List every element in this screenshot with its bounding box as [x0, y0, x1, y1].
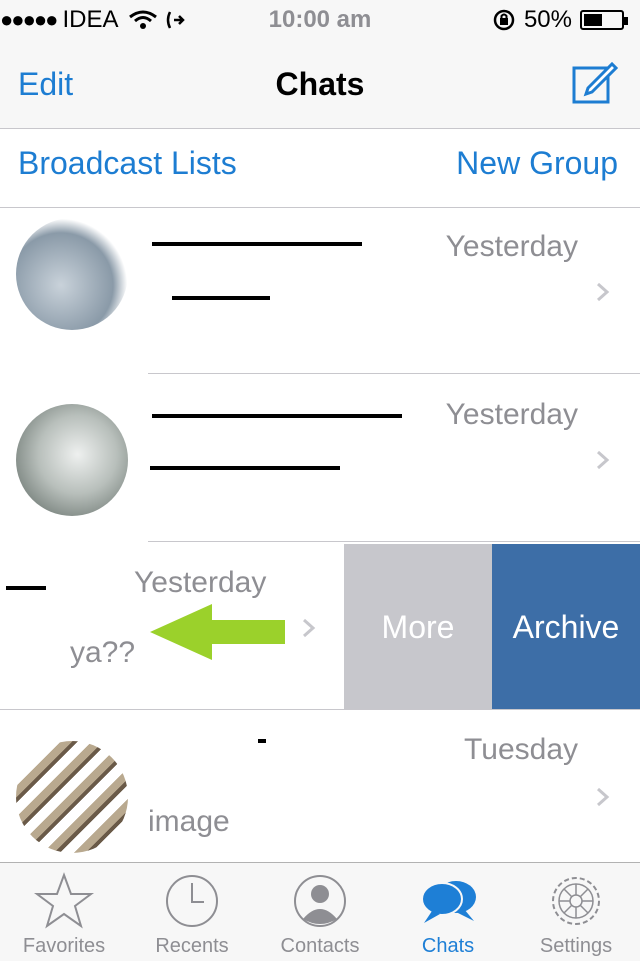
chat-row[interactable]: Tuesday image	[0, 711, 640, 861]
battery-percent: 50%	[523, 6, 572, 33]
avatar	[16, 218, 128, 330]
tab-contacts[interactable]: Contacts	[256, 863, 384, 961]
chevron-right-icon	[592, 282, 612, 302]
star-icon	[34, 872, 94, 929]
chat-time: Yesterday	[445, 398, 578, 431]
status-right: 50%	[492, 6, 628, 34]
battery-icon	[580, 10, 628, 30]
redacted-name	[152, 414, 402, 418]
page-title: Chats	[275, 66, 365, 102]
tab-chats[interactable]: Chats	[384, 863, 512, 961]
chat-time: Yesterday	[134, 566, 267, 599]
clock-icon	[166, 875, 218, 927]
chat-time: Tuesday	[464, 733, 578, 766]
swiped-row-content: Yesterday ya??	[0, 544, 344, 710]
tab-label: Settings	[539, 935, 613, 957]
tab-favorites[interactable]: Favorites	[0, 863, 128, 961]
avatar	[16, 404, 128, 516]
tab-bar: Favorites Recents Contacts Chats Setting…	[0, 862, 640, 961]
archive-button[interactable]: Archive	[492, 544, 640, 710]
divider	[148, 373, 640, 374]
chat-row[interactable]: Yesterday	[0, 376, 640, 542]
divider	[148, 541, 640, 542]
redacted-name	[152, 242, 362, 246]
tab-label: Favorites	[22, 935, 106, 957]
tab-label: Chats	[421, 935, 475, 957]
avatar	[16, 741, 128, 853]
chat-row-swiped[interactable]: Yesterday ya?? More Archive	[0, 544, 640, 710]
tab-label: Contacts	[280, 935, 360, 957]
chevron-right-icon	[592, 787, 612, 807]
person-icon	[294, 875, 346, 927]
chevron-right-icon	[592, 450, 612, 470]
divider	[0, 709, 640, 710]
tab-settings[interactable]: Settings	[512, 863, 640, 961]
rotation-lock-icon	[493, 9, 515, 31]
more-button[interactable]: More	[344, 544, 492, 710]
gear-icon	[552, 877, 600, 925]
chat-time: Yesterday	[445, 230, 578, 263]
chat-preview: image	[148, 805, 230, 838]
chevron-right-icon	[298, 618, 318, 638]
chat-bubbles-icon	[421, 881, 476, 923]
swipe-arrow-icon	[150, 604, 285, 660]
tab-label: Recents	[155, 935, 229, 957]
navigation-bar: Edit Chats	[0, 40, 640, 129]
broadcast-lists-link[interactable]: Broadcast Lists	[18, 145, 237, 182]
compose-icon[interactable]	[570, 58, 618, 106]
broadcast-row: Broadcast Lists New Group	[0, 129, 640, 208]
chat-preview: ya??	[70, 636, 136, 669]
chat-row[interactable]: Yesterday	[0, 208, 640, 374]
tab-recents[interactable]: Recents	[128, 863, 256, 961]
redacted-name	[258, 739, 266, 743]
status-bar: ●●●●● IDEA 10:00 am 50%	[0, 0, 640, 40]
redacted-preview	[150, 466, 340, 470]
new-group-link[interactable]: New Group	[456, 145, 618, 182]
redacted-name	[6, 586, 46, 590]
redacted-preview	[172, 296, 270, 300]
